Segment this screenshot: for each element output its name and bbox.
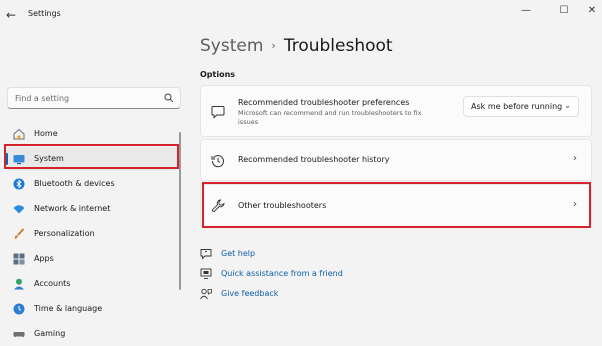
- app-title: Settings: [28, 9, 61, 18]
- sidebar-item-label: Time & language: [34, 304, 103, 313]
- globe-clock-icon: [13, 303, 25, 315]
- feedback-icon: [200, 288, 212, 300]
- quick-assist-icon: [200, 268, 212, 279]
- chat-bubble-icon: [211, 106, 225, 119]
- sidebar-item-label: Apps: [34, 254, 54, 263]
- sidebar-item-label: Accounts: [34, 279, 71, 288]
- bluetooth-icon: [13, 178, 25, 190]
- sidebar-item-label: Bluetooth & devices: [34, 179, 115, 188]
- chevron-down-icon: ⌄: [564, 101, 571, 110]
- page-title: Troubleshoot: [283, 36, 393, 56]
- sidebar-item-accounts[interactable]: Accounts: [5, 272, 177, 296]
- sidebar-item-label: Gaming: [34, 329, 66, 338]
- sidebar-item-network[interactable]: Network & internet: [5, 197, 177, 221]
- card-title: Recommended troubleshooter preferences: [238, 98, 410, 107]
- card-subtitle: Microsoft can recommend and run troubles…: [238, 109, 422, 126]
- link-label: Get help: [221, 249, 256, 258]
- highlight-box-system: [4, 144, 179, 169]
- sidebar-scrollbar[interactable]: [179, 132, 181, 290]
- card-title: Recommended troubleshooter history: [238, 155, 390, 164]
- sidebar-item-apps[interactable]: Apps: [5, 247, 177, 271]
- back-arrow-icon[interactable]: ←: [6, 8, 20, 22]
- sidebar-item-gaming[interactable]: Gaming: [5, 322, 177, 346]
- paintbrush-icon: [14, 228, 25, 239]
- section-heading: Options: [200, 70, 236, 79]
- maximize-icon[interactable]: ☐: [554, 4, 574, 18]
- dropdown-value: Ask me before running: [471, 102, 563, 111]
- breadcrumb-parent[interactable]: System: [200, 36, 263, 56]
- preferences-card: Recommended troubleshooter preferences M…: [200, 85, 592, 137]
- sidebar-item-time-language[interactable]: Time & language: [5, 297, 177, 321]
- wifi-icon: [13, 205, 25, 214]
- chevron-right-icon: ›: [573, 153, 577, 164]
- search-placeholder: Find a setting: [15, 94, 70, 103]
- search-input[interactable]: Find a setting: [7, 87, 181, 109]
- help-icon: [200, 249, 212, 260]
- highlight-box-other-troubleshooters: [202, 182, 591, 228]
- sidebar-item-label: Home: [34, 129, 58, 138]
- breadcrumb: System › Troubleshoot: [200, 36, 393, 56]
- history-card[interactable]: Recommended troubleshooter history ›: [200, 139, 592, 181]
- search-icon: [164, 93, 174, 103]
- sidebar-item-label: Network & internet: [34, 204, 111, 213]
- troubleshooter-preference-dropdown[interactable]: Ask me before running ⌄: [463, 96, 579, 117]
- sidebar-item-label: Personalization: [34, 229, 95, 238]
- apps-icon: [13, 253, 25, 265]
- user-icon: [14, 278, 24, 290]
- game-controller-icon: [13, 332, 25, 338]
- sidebar-item-home[interactable]: Home: [5, 122, 177, 146]
- title-bar: ← Settings — ☐ ✕: [0, 0, 602, 30]
- breadcrumb-separator-icon: ›: [271, 39, 276, 52]
- close-icon[interactable]: ✕: [582, 4, 602, 18]
- link-label: Give feedback: [221, 289, 279, 298]
- history-icon: [211, 155, 224, 168]
- link-label: Quick assistance from a friend: [221, 269, 343, 278]
- minimize-icon[interactable]: —: [516, 4, 536, 18]
- sidebar-item-bluetooth[interactable]: Bluetooth & devices: [5, 172, 177, 196]
- sidebar-item-personalization[interactable]: Personalization: [5, 222, 177, 246]
- home-icon: [13, 128, 25, 140]
